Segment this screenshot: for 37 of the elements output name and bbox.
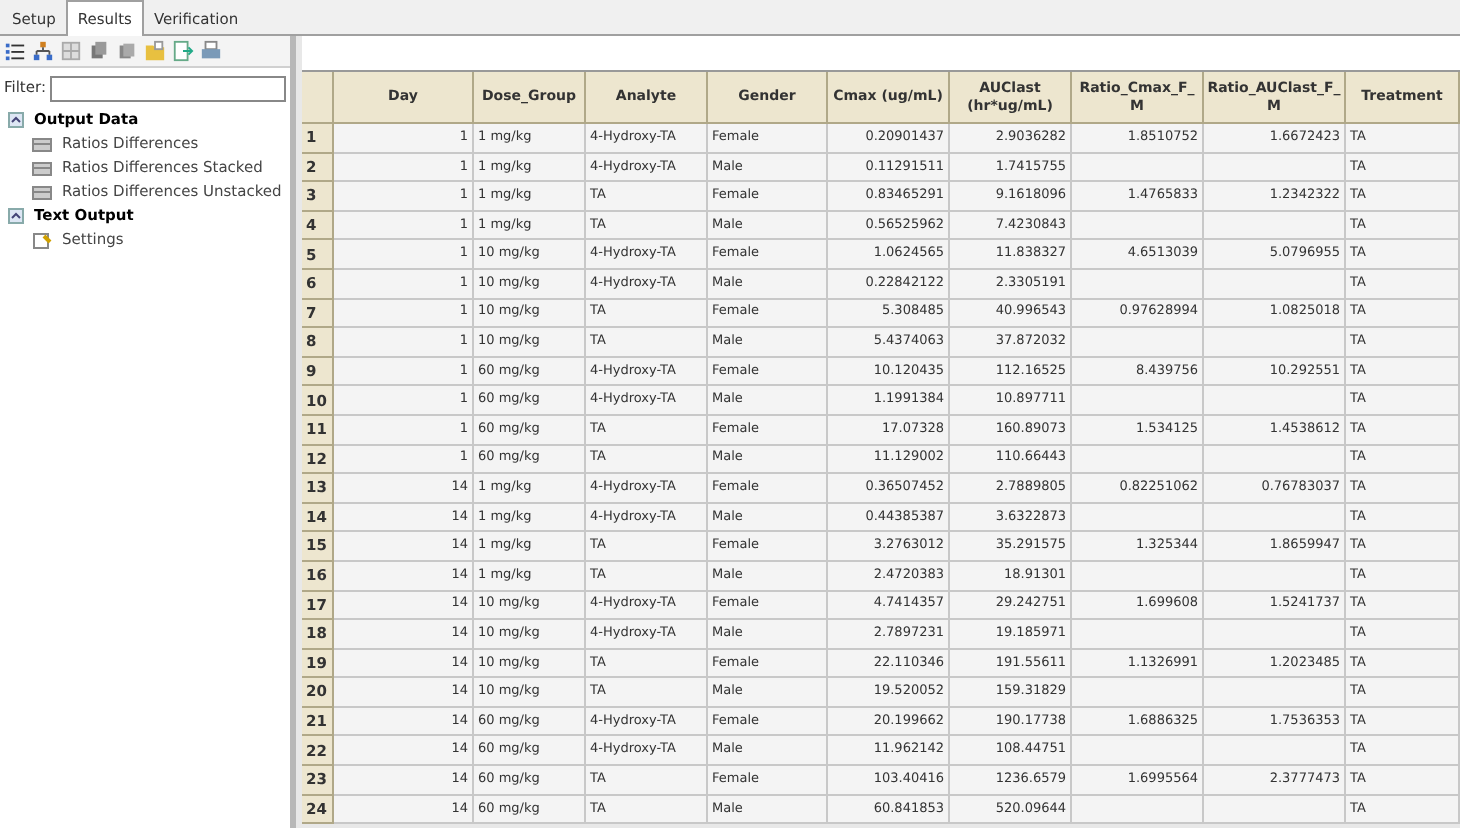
table-cell: [1204, 328, 1346, 358]
export-icon[interactable]: [172, 40, 194, 62]
folder-icon[interactable]: [144, 40, 166, 62]
table-cell: [1072, 561, 1204, 591]
table-cell: [1204, 269, 1346, 300]
table-cell: [1072, 503, 1204, 533]
table-cell: [1072, 211, 1204, 241]
table-cell: [1204, 678, 1346, 708]
table-cell: [1072, 620, 1204, 650]
table-cell: [1204, 503, 1346, 533]
table-cell: [1072, 678, 1204, 708]
table-corner[interactable]: [302, 72, 334, 124]
expander-icon[interactable]: [8, 208, 24, 224]
paste-icon[interactable]: [116, 40, 138, 62]
table-cell: [1204, 736, 1346, 767]
table-cell: [1072, 386, 1204, 416]
table-cell: [1072, 445, 1204, 475]
print-icon[interactable]: [200, 40, 222, 62]
note-icon: [32, 231, 52, 249]
table-icon: [32, 159, 52, 177]
table-cell: [1204, 561, 1346, 591]
expander-icon[interactable]: [8, 112, 24, 128]
table-cell: [1072, 269, 1204, 300]
table-icon: [32, 135, 52, 153]
table-cell: [1204, 153, 1346, 183]
table-cell: [1204, 620, 1346, 650]
table-cell: [1204, 445, 1346, 475]
table-cell: [1072, 736, 1204, 767]
list-icon[interactable]: [4, 40, 26, 62]
table-cell: [1204, 386, 1346, 416]
table-cell: [1204, 211, 1346, 241]
table-cell: [1072, 153, 1204, 183]
copy-icon[interactable]: [88, 40, 110, 62]
table-cell: [1072, 328, 1204, 358]
table-icon: [32, 183, 52, 201]
filter-field[interactable]: [49, 75, 286, 101]
hierarchy-icon[interactable]: [32, 40, 54, 62]
